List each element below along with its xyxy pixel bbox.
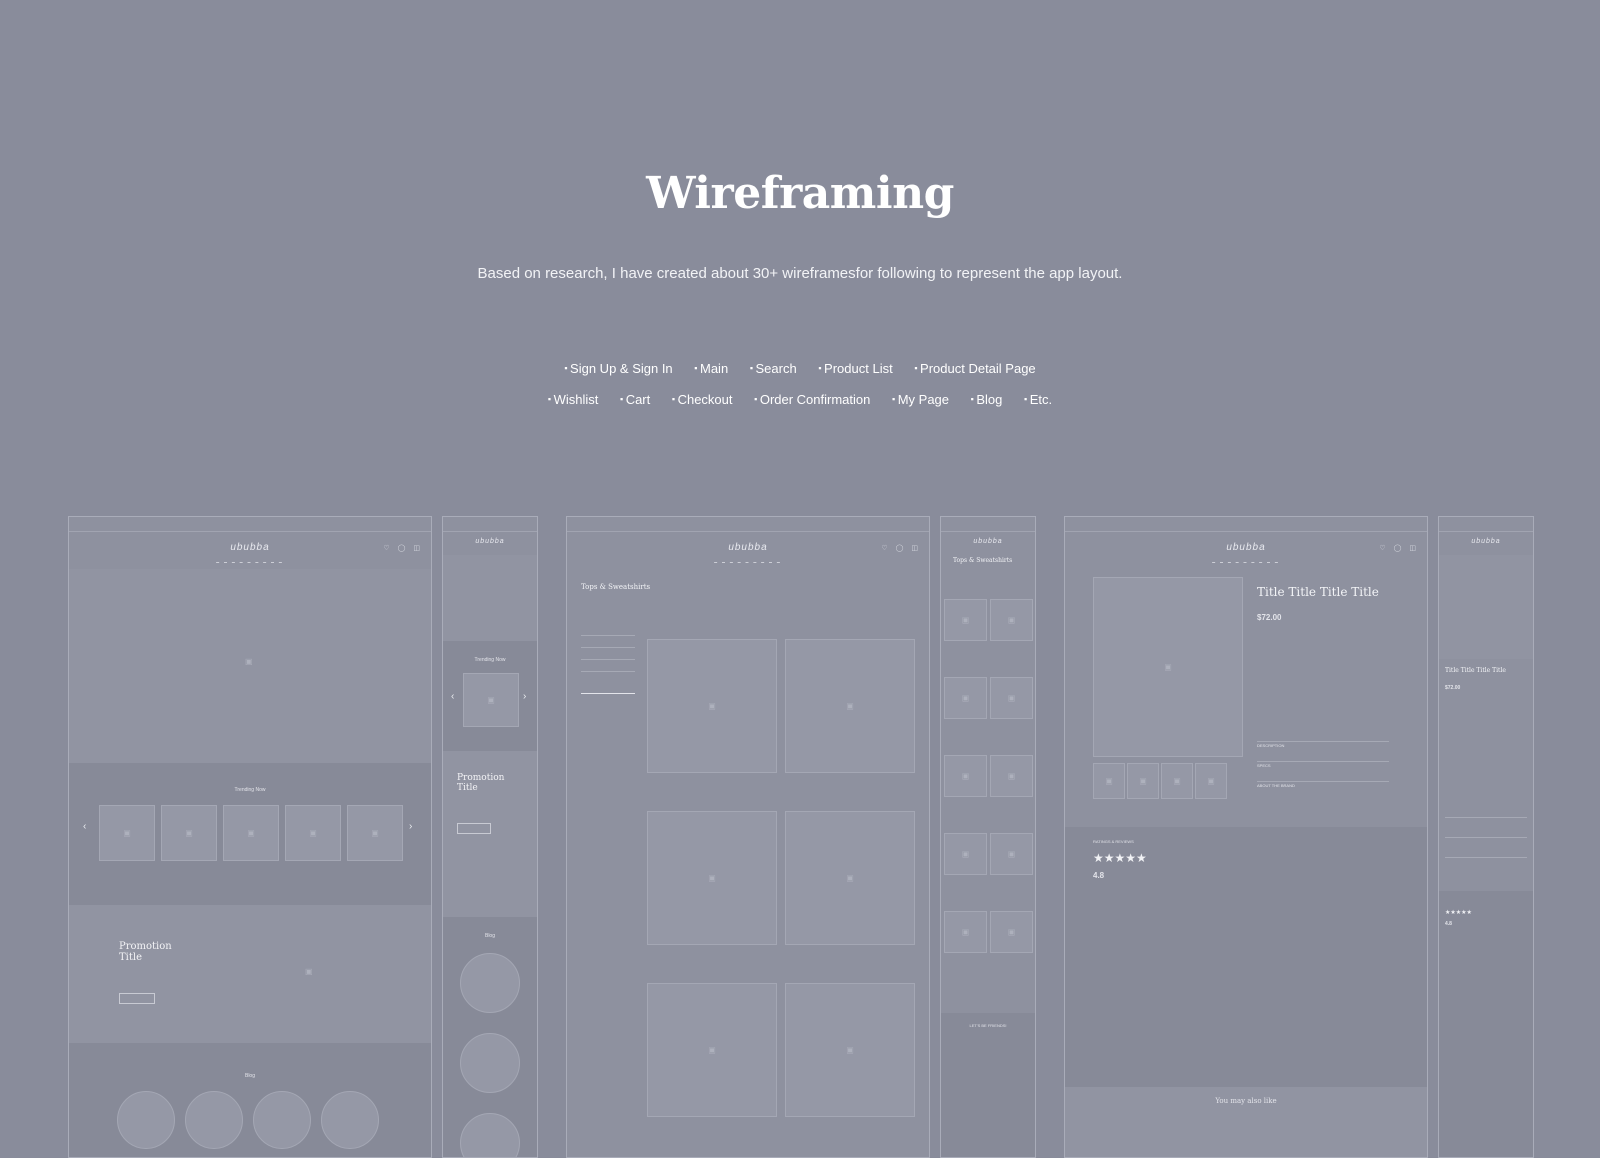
wireframe-main-mobile: ububba Trending Now ‹ › Promotion Title … xyxy=(442,516,538,1158)
chevron-right-icon: › xyxy=(409,821,413,832)
section-description: Based on research, I have created about … xyxy=(477,265,1123,282)
wireframe-product-detail-desktop: ububba ▬ ▬ ▬ ▬ ▬ ▬ ▬ ▬ ▬ ♡ ◯ ◫ Title Tit… xyxy=(1064,516,1428,1158)
section-title: Wireframing xyxy=(646,168,954,219)
page-list-row-1: Sign Up & Sign In Main Search Product Li… xyxy=(0,361,1600,376)
hero-banner xyxy=(443,555,537,641)
wireframe-main-desktop: ububba ▬ ▬ ▬ ▬ ▬ ▬ ▬ ▬ ▬ ♡ ◯ ◫ ▣ Trendin… xyxy=(68,516,432,1158)
page-list-item: Sign Up & Sign In xyxy=(564,361,672,376)
product-image xyxy=(1093,577,1243,757)
chevron-left-icon: ‹ xyxy=(83,821,87,832)
page-list-row-2: Wishlist Cart Checkout Order Confirmatio… xyxy=(0,392,1600,407)
page-list-item: Blog xyxy=(971,392,1003,407)
page-list-item: Main xyxy=(694,361,728,376)
page-list-item: Wishlist xyxy=(548,392,598,407)
page-list-item: Product Detail Page xyxy=(914,361,1035,376)
blog-section: Blog xyxy=(69,1043,431,1157)
header-icons: ♡ ◯ ◫ xyxy=(383,545,423,552)
chevron-left-icon: ‹ xyxy=(451,691,455,702)
page-list-item: Product List xyxy=(818,361,892,376)
logo: ububba xyxy=(230,542,270,553)
page-list-item: Etc. xyxy=(1024,392,1052,407)
wireframe-product-list-mobile: ububba Tops & Sweatshirts LET'S BE FRIEN… xyxy=(940,516,1036,1158)
wireframe-product-list-desktop: ububba ▬ ▬ ▬ ▬ ▬ ▬ ▬ ▬ ▬ ♡ ◯ ◫ Tops & Sw… xyxy=(566,516,930,1158)
star-rating-icon: ★★★★★ xyxy=(1093,851,1147,865)
page-list-item: Order Confirmation xyxy=(754,392,870,407)
price-slider xyxy=(581,693,635,694)
trending-section: Trending Now ‹ › xyxy=(69,763,431,905)
star-rating-icon: ★★★★★ xyxy=(1445,910,1472,916)
chevron-right-icon: › xyxy=(523,691,527,702)
page-list-item: My Page xyxy=(892,392,949,407)
page-list-item: Cart xyxy=(620,392,650,407)
page-list-item: Checkout xyxy=(672,392,733,407)
hero-banner: ▣ xyxy=(69,569,431,763)
image-icon: ▣ xyxy=(305,967,313,976)
promotion-section: Promotion Title ▣ xyxy=(69,905,431,1043)
wireframe-product-detail-mobile: ububba Title Title Title Title $72.00 ★★… xyxy=(1438,516,1534,1158)
image-icon: ▣ xyxy=(245,657,253,666)
page-list-item: Search xyxy=(750,361,797,376)
